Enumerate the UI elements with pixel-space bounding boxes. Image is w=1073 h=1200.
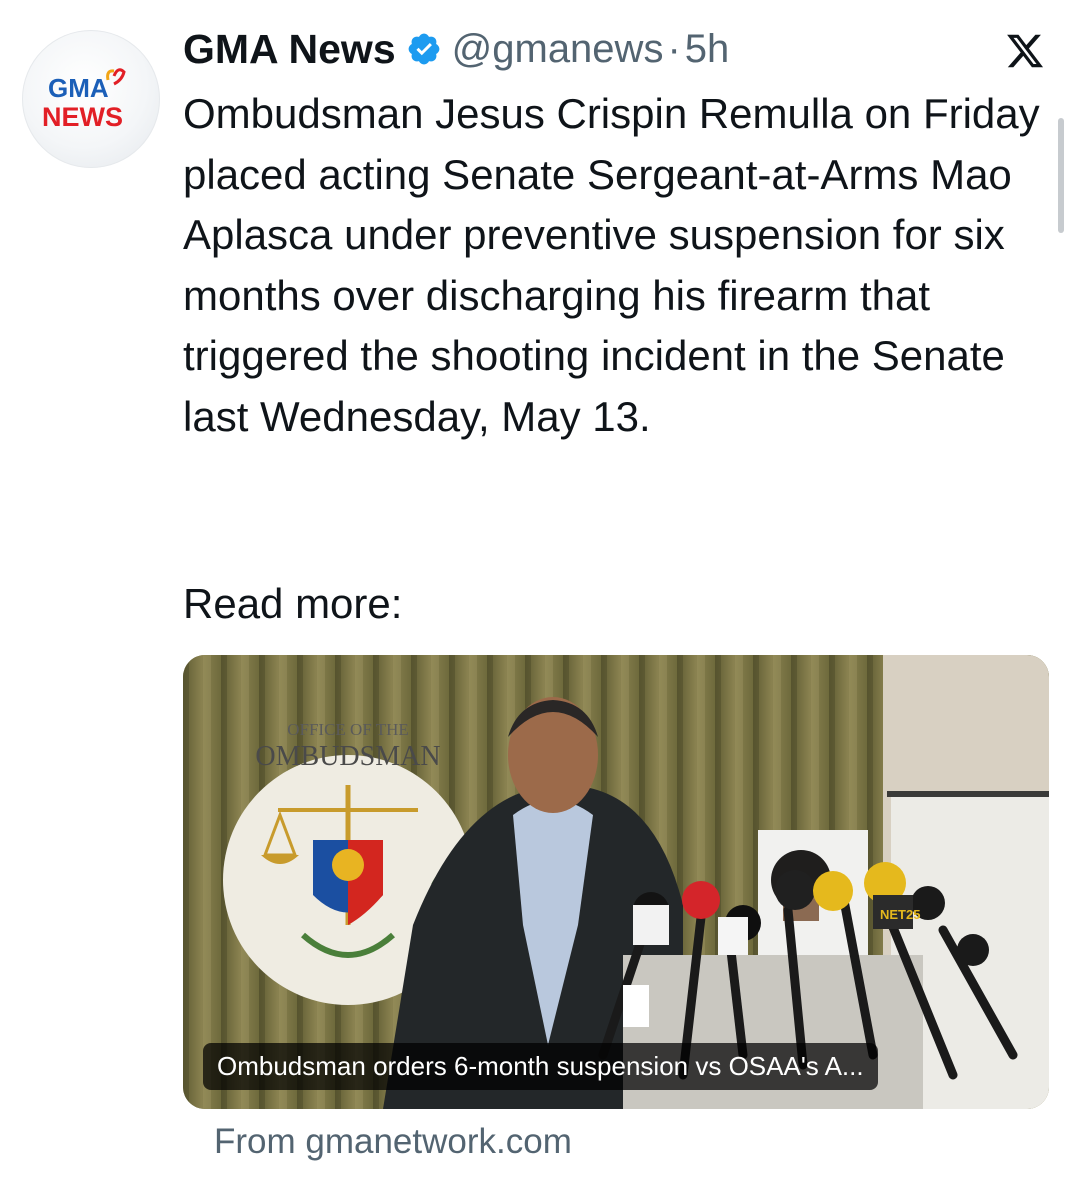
separator-dot: · [667,26,681,71]
link-card-image: OFFICE OF THE OMBUDSMAN NET25 [183,655,1049,1109]
read-more-label: Read more: [183,580,403,627]
seal-text-top: OFFICE OF THE [287,720,409,739]
link-card-source[interactable]: From gmanetwork.com [214,1122,572,1162]
mic-label: NET25 [880,907,920,922]
scrollbar-thumb[interactable] [1058,118,1064,233]
author-name[interactable]: GMA News [183,26,396,73]
avatar-logo-line1: GMA [48,73,109,103]
author-handle[interactable]: @gmanews [452,27,664,72]
x-logo-icon[interactable] [1005,31,1045,71]
author-avatar[interactable]: GMA NEWS [22,30,160,168]
tweet-header: GMA News @gmanews · 5h [183,24,729,74]
verified-badge-icon [408,33,440,65]
link-card[interactable]: OFFICE OF THE OMBUDSMAN NET25 Ombudsman … [183,655,1049,1109]
seal-text-main: OMBUDSMAN [255,741,440,772]
gma-news-logo-icon: GMA NEWS [42,68,126,132]
tweet-body: Ombudsman Jesus Crispin Remulla on Frida… [183,90,1040,440]
link-card-caption: Ombudsman orders 6-month suspension vs O… [203,1043,878,1090]
tweet-text: Ombudsman Jesus Crispin Remulla on Frida… [183,84,1053,447]
avatar-logo-line2: NEWS [42,102,123,132]
timestamp[interactable]: 5h [685,27,730,72]
